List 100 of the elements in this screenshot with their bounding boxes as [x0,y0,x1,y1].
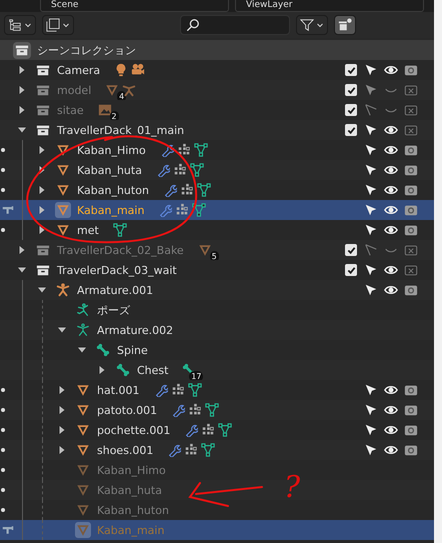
status-dot[interactable] [1,508,5,512]
crossed-box-icon[interactable] [404,83,418,97]
status-dot[interactable] [1,488,5,492]
eye-icon[interactable] [384,403,398,417]
tool-icon[interactable] [2,524,14,536]
disclosure-triangle[interactable] [38,186,46,194]
camera-icon[interactable] [404,423,418,437]
item-name[interactable]: Spine [117,344,148,356]
disclosure-triangle[interactable] [18,266,26,274]
disclosure-triangle[interactable] [58,426,66,434]
cursor-icon[interactable] [364,143,378,157]
eye-icon[interactable] [384,163,398,177]
eye-icon[interactable] [384,203,398,217]
disclosure-triangle[interactable] [38,226,46,234]
crossed-box-icon[interactable] [404,263,418,277]
camera-icon[interactable] [404,203,418,217]
cursor-icon[interactable] [364,63,378,77]
eye-icon[interactable] [384,223,398,237]
disclosure-triangle[interactable] [18,66,26,74]
disclosure-triangle[interactable] [58,446,66,454]
eye-icon[interactable] [384,383,398,397]
tool-icon[interactable] [2,204,14,216]
eye-icon[interactable] [384,183,398,197]
checkbox[interactable] [345,264,357,276]
new-collection-button[interactable] [334,15,356,35]
item-name[interactable]: sitae [57,104,84,116]
filter-dropdown[interactable] [296,15,328,35]
item-name[interactable]: met [77,224,99,236]
eye-icon[interactable] [384,283,398,297]
camera-icon[interactable] [404,403,418,417]
cursor-icon[interactable] [364,123,378,137]
eye-icon[interactable] [384,263,398,277]
disclosure-triangle[interactable] [18,86,26,94]
status-dot[interactable] [1,228,5,232]
item-name[interactable]: Armature.001 [77,284,154,296]
checkbox[interactable] [345,104,357,116]
crossed-box-icon[interactable] [404,103,418,117]
scene-field[interactable]: Scene [40,0,229,12]
scene-collection-name[interactable]: シーンコレクション [37,42,136,58]
view-layer-field[interactable]: ViewLayer [235,0,424,12]
checkbox[interactable] [345,84,357,96]
display-mode-dropdown[interactable] [4,15,36,35]
item-name[interactable]: Chest [137,364,168,376]
camera-icon[interactable] [404,383,418,397]
eye-icon[interactable] [384,123,398,137]
disclosure-triangle[interactable] [58,406,66,414]
item-name[interactable]: pochette.001 [97,424,170,436]
camera-icon[interactable] [404,183,418,197]
item-name[interactable]: hat.001 [97,384,140,396]
disclosure-triangle[interactable] [38,146,46,154]
camera-icon[interactable] [404,223,418,237]
disclosure-triangle[interactable] [18,106,26,114]
camera-icon[interactable] [404,443,418,457]
cursor-icon[interactable] [364,383,378,397]
camera-icon[interactable] [404,283,418,297]
crossed-box-icon[interactable] [404,243,418,257]
disclosure-triangle[interactable] [38,206,46,214]
status-dot[interactable] [1,148,5,152]
checkbox[interactable] [345,124,357,136]
disclosure-triangle[interactable] [38,286,46,294]
disclosure-triangle[interactable] [58,386,66,394]
item-name[interactable]: Kaban_huton [97,504,169,516]
status-dot[interactable] [1,468,5,472]
item-name[interactable]: Kaban_main [77,204,144,216]
item-name[interactable]: Armature.002 [97,324,174,336]
cursor-icon[interactable] [364,403,378,417]
cursor-icon[interactable] [364,183,378,197]
filter-view-dropdown[interactable] [42,15,74,35]
item-name[interactable]: TravellerDack_01_main [57,124,184,136]
eye-icon[interactable] [384,443,398,457]
item-name[interactable]: Kaban_huton [77,184,149,196]
item-name[interactable]: ポーズ [97,302,130,318]
item-name[interactable]: patoto.001 [97,404,158,416]
item-name[interactable]: shoes.001 [97,444,154,456]
cursor-icon[interactable] [364,283,378,297]
disclosure-triangle[interactable] [38,166,46,174]
status-dot[interactable] [1,388,5,392]
disclosure-triangle[interactable] [78,346,86,354]
item-name[interactable]: Kaban_huta [77,164,142,176]
checkbox[interactable] [345,64,357,76]
status-dot[interactable] [1,428,5,432]
disclosure-triangle[interactable] [18,246,26,254]
eye-icon[interactable] [384,143,398,157]
cursor-icon[interactable] [364,223,378,237]
checkbox[interactable] [345,244,357,256]
item-name[interactable]: TravelerDack_03_wait [57,264,177,276]
eye-icon[interactable] [384,63,398,77]
cursor-icon[interactable] [364,163,378,177]
disclosure-triangle[interactable] [98,366,106,374]
item-name[interactable]: Camera [57,64,100,76]
item-name[interactable]: Kaban_Himo [77,144,146,156]
cursor-icon[interactable] [364,203,378,217]
camera-icon[interactable] [404,63,418,77]
cursor-icon[interactable] [364,263,378,277]
status-dot[interactable] [1,188,5,192]
status-dot[interactable] [1,448,5,452]
status-dot[interactable] [1,408,5,412]
search-field[interactable] [180,15,290,35]
camera-icon[interactable] [404,143,418,157]
eye-icon[interactable] [384,423,398,437]
